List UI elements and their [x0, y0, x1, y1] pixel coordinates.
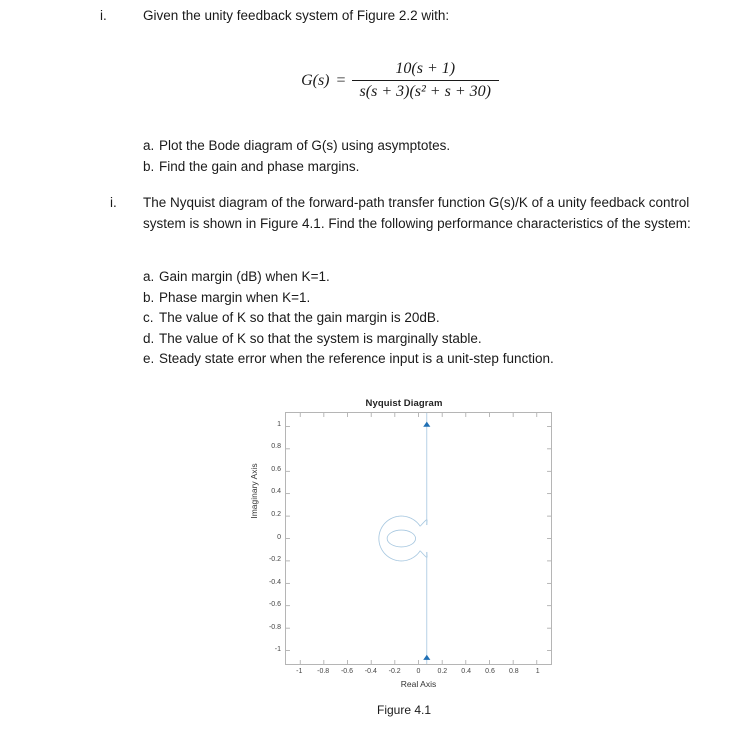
question-1-marker: i.	[100, 8, 107, 23]
list-item-letter: a.	[143, 269, 155, 284]
nyquist-plot-svg	[286, 413, 551, 664]
x-tick-label: -0.2	[388, 668, 401, 675]
x-tick-label: -1	[296, 668, 303, 675]
question-2-text: The Nyquist diagram of the forward-path …	[143, 195, 691, 231]
list-item-letter: b.	[143, 289, 155, 305]
x-tick-label: 0.8	[508, 668, 519, 675]
question-2-sublist: a. Gain margin (dB) when K=1. b. Phase m…	[143, 267, 663, 370]
y-tick-label: 0.8	[271, 443, 281, 451]
list-item-text: The value of K so that the system is mar…	[159, 330, 482, 346]
question-1-text: Given the unity feedback system of Figur…	[143, 8, 450, 23]
x-tick-label: -0.4	[364, 668, 377, 675]
list-item: a. Plot the Bode diagram of G(s) using a…	[143, 136, 643, 157]
list-item-letter: d.	[143, 330, 155, 346]
x-tick-label: 0.2	[437, 668, 448, 675]
equation-equals-sign: =	[336, 71, 346, 89]
list-item-text: Plot the Bode diagram of G(s) using asym…	[159, 138, 451, 153]
y-tick-label: 1	[277, 420, 281, 428]
y-tick-label: 0.4	[271, 488, 281, 496]
y-tick-label: 0.2	[271, 510, 281, 518]
equation-numerator: 10(s + 1)	[395, 60, 456, 77]
x-axis-label: Real Axis	[400, 679, 437, 689]
question-1-sublist: a. Plot the Bode diagram of G(s) using a…	[143, 136, 643, 177]
x-tick-label: 0.6	[485, 668, 495, 675]
y-tick-label: -0.8	[268, 623, 281, 631]
x-tick-label: 0.4	[461, 668, 472, 675]
nyquist-curve	[378, 413, 428, 664]
question-block-2: i. The Nyquist diagram of the forward-pa…	[110, 193, 700, 234]
list-item: e. Steady state error when the reference…	[143, 349, 663, 370]
list-item-letter: c.	[143, 310, 154, 325]
list-item-text: Phase margin when K=1.	[159, 289, 311, 305]
equation-denominator: s(s + 3)(s² + s + 30)	[351, 80, 499, 101]
list-item: d. The value of K so that the system is …	[143, 329, 663, 350]
y-tick-label: -0.2	[268, 556, 281, 564]
list-item-text: Gain margin (dB) when K=1.	[159, 269, 330, 284]
list-item-letter: e.	[143, 351, 155, 366]
document-page: i. Given the unity feedback system of Fi…	[0, 0, 741, 732]
x-tick-label: -0.6	[340, 668, 353, 675]
list-item-text: Find the gain and phase margins.	[159, 158, 360, 174]
chart-title: Nyquist Diagram	[365, 398, 443, 409]
y-tick-label: -0.4	[268, 578, 281, 586]
list-item-text: Steady state error when the reference in…	[159, 351, 554, 366]
list-item: a. Gain margin (dB) when K=1.	[143, 267, 663, 288]
x-tick-label: -0.8	[317, 668, 330, 675]
question-block-1: i. Given the unity feedback system of Fi…	[100, 6, 700, 27]
y-tick-label: 0.6	[271, 465, 281, 473]
nyquist-figure: Nyquist Diagram Imaginary Axis Real Axis…	[248, 396, 560, 726]
axis-ticks	[286, 413, 551, 664]
list-item-letter: a.	[143, 138, 155, 153]
x-tick-label: 1	[535, 668, 540, 675]
list-item-letter: b.	[143, 158, 155, 174]
question-2-marker: i.	[110, 195, 117, 210]
y-tick-label: -1	[274, 646, 281, 654]
equation-left-side: G(s)	[301, 71, 330, 89]
figure-caption: Figure 4.1	[376, 703, 432, 717]
list-item-text: The value of K so that the gain margin i…	[159, 310, 440, 325]
nyquist-plot-area	[285, 412, 552, 665]
list-item: b. Find the gain and phase margins.	[143, 157, 643, 178]
list-item: b. Phase margin when K=1.	[143, 288, 663, 309]
equation-fraction: 10(s + 1) s(s + 3)(s² + s + 30)	[351, 60, 499, 101]
transfer-function-equation: G(s) = 10(s + 1) s(s + 3)(s² + s + 30)	[250, 60, 550, 101]
y-tick-label: -0.6	[268, 601, 281, 609]
y-tick-label: 0	[277, 533, 281, 541]
x-tick-label: 0	[416, 668, 421, 675]
list-item: c. The value of K so that the gain margi…	[143, 308, 663, 329]
